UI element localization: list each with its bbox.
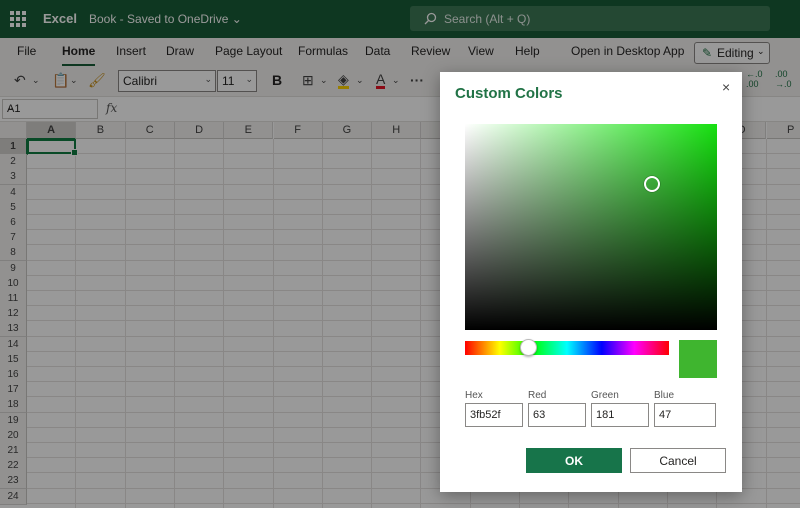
red-label: Red xyxy=(528,390,547,401)
hex-input[interactable] xyxy=(465,403,523,427)
color-preview-swatch xyxy=(679,340,717,378)
red-input[interactable] xyxy=(528,403,586,427)
saturation-brightness-picker[interactable] xyxy=(465,124,717,330)
dialog-title: Custom Colors xyxy=(455,85,563,102)
hue-slider[interactable] xyxy=(465,341,669,355)
hex-label: Hex xyxy=(465,390,483,401)
close-icon[interactable]: × xyxy=(722,79,730,95)
ok-button[interactable]: OK xyxy=(526,448,622,473)
custom-colors-dialog: Custom Colors × Hex Red Green Blue OK Ca… xyxy=(440,72,742,492)
blue-input[interactable] xyxy=(654,403,716,427)
blue-label: Blue xyxy=(654,390,675,401)
color-picker-thumb[interactable] xyxy=(644,176,660,192)
hue-slider-thumb[interactable] xyxy=(520,339,537,356)
green-label: Green xyxy=(591,390,619,401)
cancel-button[interactable]: Cancel xyxy=(630,448,726,473)
green-input[interactable] xyxy=(591,403,649,427)
